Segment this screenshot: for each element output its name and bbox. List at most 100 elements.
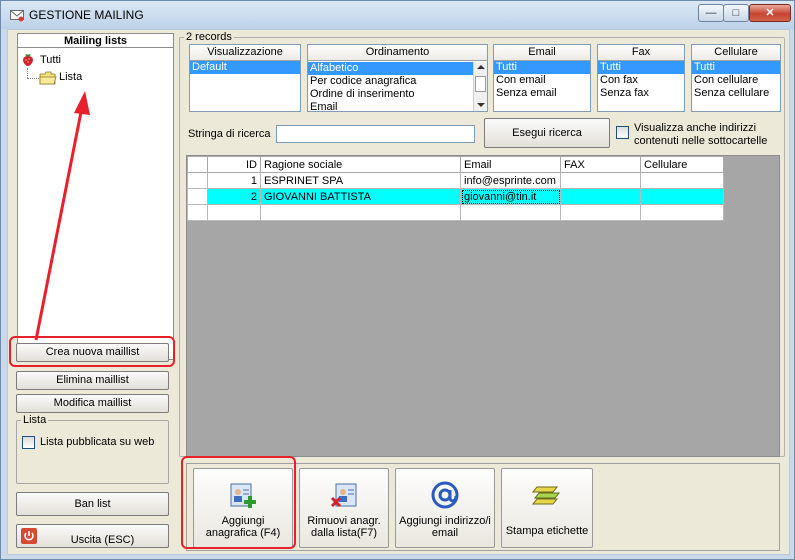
cell-fax[interactable] [560, 188, 641, 205]
row-header[interactable] [187, 188, 208, 205]
table-row-new[interactable] [187, 204, 724, 221]
column-header-fax[interactable]: FAX [560, 156, 641, 173]
mail-app-icon [10, 10, 24, 22]
tree-connector [27, 78, 39, 79]
cell-cell[interactable] [640, 204, 724, 221]
add-contact-highlight [181, 456, 296, 549]
fax-filter-header: Fax [598, 45, 684, 61]
create-maillist-button[interactable]: Crea nuova maillist [16, 343, 169, 362]
list-item[interactable]: Senza cellulare [692, 87, 780, 100]
cellulare-filter-listbox[interactable]: Cellulare Tutti Con cellulare Senza cell… [691, 44, 781, 112]
grid-header-row: ID Ragione sociale Email FAX Cellulare [187, 156, 724, 173]
email-filter-listbox[interactable]: Email Tutti Con email Senza email [493, 44, 591, 112]
exit-label: Uscita (ESC) [70, 534, 135, 546]
published-web-checkbox[interactable] [22, 436, 35, 449]
list-item[interactable]: Email [308, 101, 473, 114]
table-row-selected[interactable]: 2 GIOVANNI BATTISTA giovanni@tin.it [187, 188, 724, 205]
records-grid[interactable]: ID Ragione sociale Email FAX Cellulare 1… [186, 155, 780, 457]
list-item[interactable]: Per codice anagrafica [308, 75, 473, 88]
visualizzazione-header: Visualizzazione [190, 45, 300, 61]
search-label: Stringa di ricerca [188, 128, 271, 140]
list-item[interactable]: Con email [494, 74, 590, 87]
minimize-button[interactable]: — [698, 4, 724, 22]
mailing-lists-header: Mailing lists [17, 33, 174, 48]
cell-id[interactable]: 1 [207, 172, 261, 189]
lista-group: Lista Lista pubblicata su web [16, 414, 169, 484]
cell-id[interactable] [207, 204, 261, 221]
add-email-label: Aggiungi indirizzo/i email [399, 515, 491, 539]
cell-name[interactable]: ESPRINET SPA [260, 172, 461, 189]
lista-group-legend: Lista [21, 414, 49, 426]
cell-email-focused[interactable]: giovanni@tin.it [460, 188, 561, 205]
list-item[interactable]: Senza fax [598, 87, 684, 100]
cell-cell[interactable] [640, 188, 724, 205]
cellulare-filter-header: Cellulare [692, 45, 780, 61]
ordinamento-listbox[interactable]: Ordinamento Alfabetico Per codice anagra… [307, 44, 488, 114]
close-icon: ✕ [765, 7, 775, 19]
edit-maillist-button[interactable]: Modifica maillist [16, 394, 169, 413]
power-icon [21, 528, 37, 544]
at-sign-icon [431, 481, 459, 509]
print-labels-button[interactable]: Stampa etichette [501, 468, 593, 548]
close-button[interactable]: ✕ [749, 4, 791, 22]
list-item[interactable]: Con cellulare [692, 74, 780, 87]
scroll-up-icon[interactable] [477, 65, 485, 69]
row-header[interactable] [187, 204, 208, 221]
remove-contact-icon [330, 483, 357, 508]
ordinamento-scrollbar[interactable] [473, 62, 487, 111]
cell-email[interactable] [460, 204, 561, 221]
cell-fax[interactable] [560, 204, 641, 221]
column-header-cellulare[interactable]: Cellulare [640, 156, 724, 173]
published-web-label: Lista pubblicata su web [40, 436, 155, 448]
print-labels-label: Stampa etichette [505, 525, 589, 537]
search-input[interactable] [276, 125, 475, 143]
subfolders-checkbox[interactable] [616, 126, 629, 139]
list-item[interactable]: Tutti [494, 61, 590, 74]
subfolders-label: Visualizza anche indirizzi contenuti nel… [634, 122, 768, 147]
table-row[interactable]: 1 ESPRINET SPA info@esprinte.com [187, 172, 724, 189]
exit-button[interactable]: Uscita (ESC) [16, 524, 169, 548]
records-table[interactable]: ID Ragione sociale Email FAX Cellulare 1… [187, 156, 724, 221]
scroll-down-icon[interactable] [477, 103, 485, 107]
email-filter-header: Email [494, 45, 590, 61]
list-item[interactable]: Ordine di inserimento [308, 88, 473, 101]
column-header-email[interactable]: Email [460, 156, 561, 173]
list-item[interactable]: Con fax [598, 74, 684, 87]
cell-name[interactable]: GIOVANNI BATTISTA [260, 188, 461, 205]
column-header-ragione-sociale[interactable]: Ragione sociale [260, 156, 461, 173]
scroll-thumb[interactable] [475, 76, 486, 92]
fax-filter-listbox[interactable]: Fax Tutti Con fax Senza fax [597, 44, 685, 112]
cell-id[interactable]: 2 [207, 188, 261, 205]
list-item[interactable]: Senza email [494, 87, 590, 100]
add-email-button[interactable]: Aggiungi indirizzo/i email [395, 468, 495, 548]
row-header[interactable] [187, 172, 208, 189]
cell-name[interactable] [260, 204, 461, 221]
main-window: GESTIONE MAILING — □ ✕ Mailing lists Tut… [0, 0, 795, 560]
annotation-arrow-icon [34, 91, 90, 341]
ordinamento-header: Ordinamento [308, 45, 487, 61]
title-bar: GESTIONE MAILING — □ ✕ [1, 1, 794, 29]
list-item[interactable]: Tutti [598, 61, 684, 74]
visualizzazione-listbox[interactable]: Visualizzazione Default [189, 44, 301, 112]
column-header-id[interactable]: ID [207, 156, 261, 173]
tree-item-tutti[interactable]: Tutti [40, 54, 61, 66]
maximize-icon: □ [732, 7, 740, 19]
records-count: 2 records [184, 31, 234, 43]
search-button[interactable]: Esegui ricerca [484, 118, 610, 148]
tree-connector [27, 68, 28, 78]
cell-fax[interactable] [560, 172, 641, 189]
cell-email[interactable]: info@esprinte.com [460, 172, 561, 189]
labels-stack-icon [531, 486, 561, 505]
minimize-icon: — [705, 7, 717, 19]
list-item[interactable]: Default [190, 61, 300, 74]
list-item[interactable]: Alfabetico [308, 62, 473, 75]
strawberry-icon [23, 54, 33, 66]
list-item[interactable]: Tutti [692, 61, 780, 74]
ban-list-button[interactable]: Ban list [16, 492, 169, 516]
maximize-button[interactable]: □ [723, 4, 749, 22]
window-title: GESTIONE MAILING [29, 8, 144, 22]
remove-contact-button[interactable]: Rimuovi anagr. dalla lista(F7) [299, 468, 389, 548]
cell-cell[interactable] [640, 172, 724, 189]
tree-item-lista[interactable]: Lista [59, 71, 82, 83]
delete-maillist-button[interactable]: Elimina maillist [16, 371, 169, 390]
